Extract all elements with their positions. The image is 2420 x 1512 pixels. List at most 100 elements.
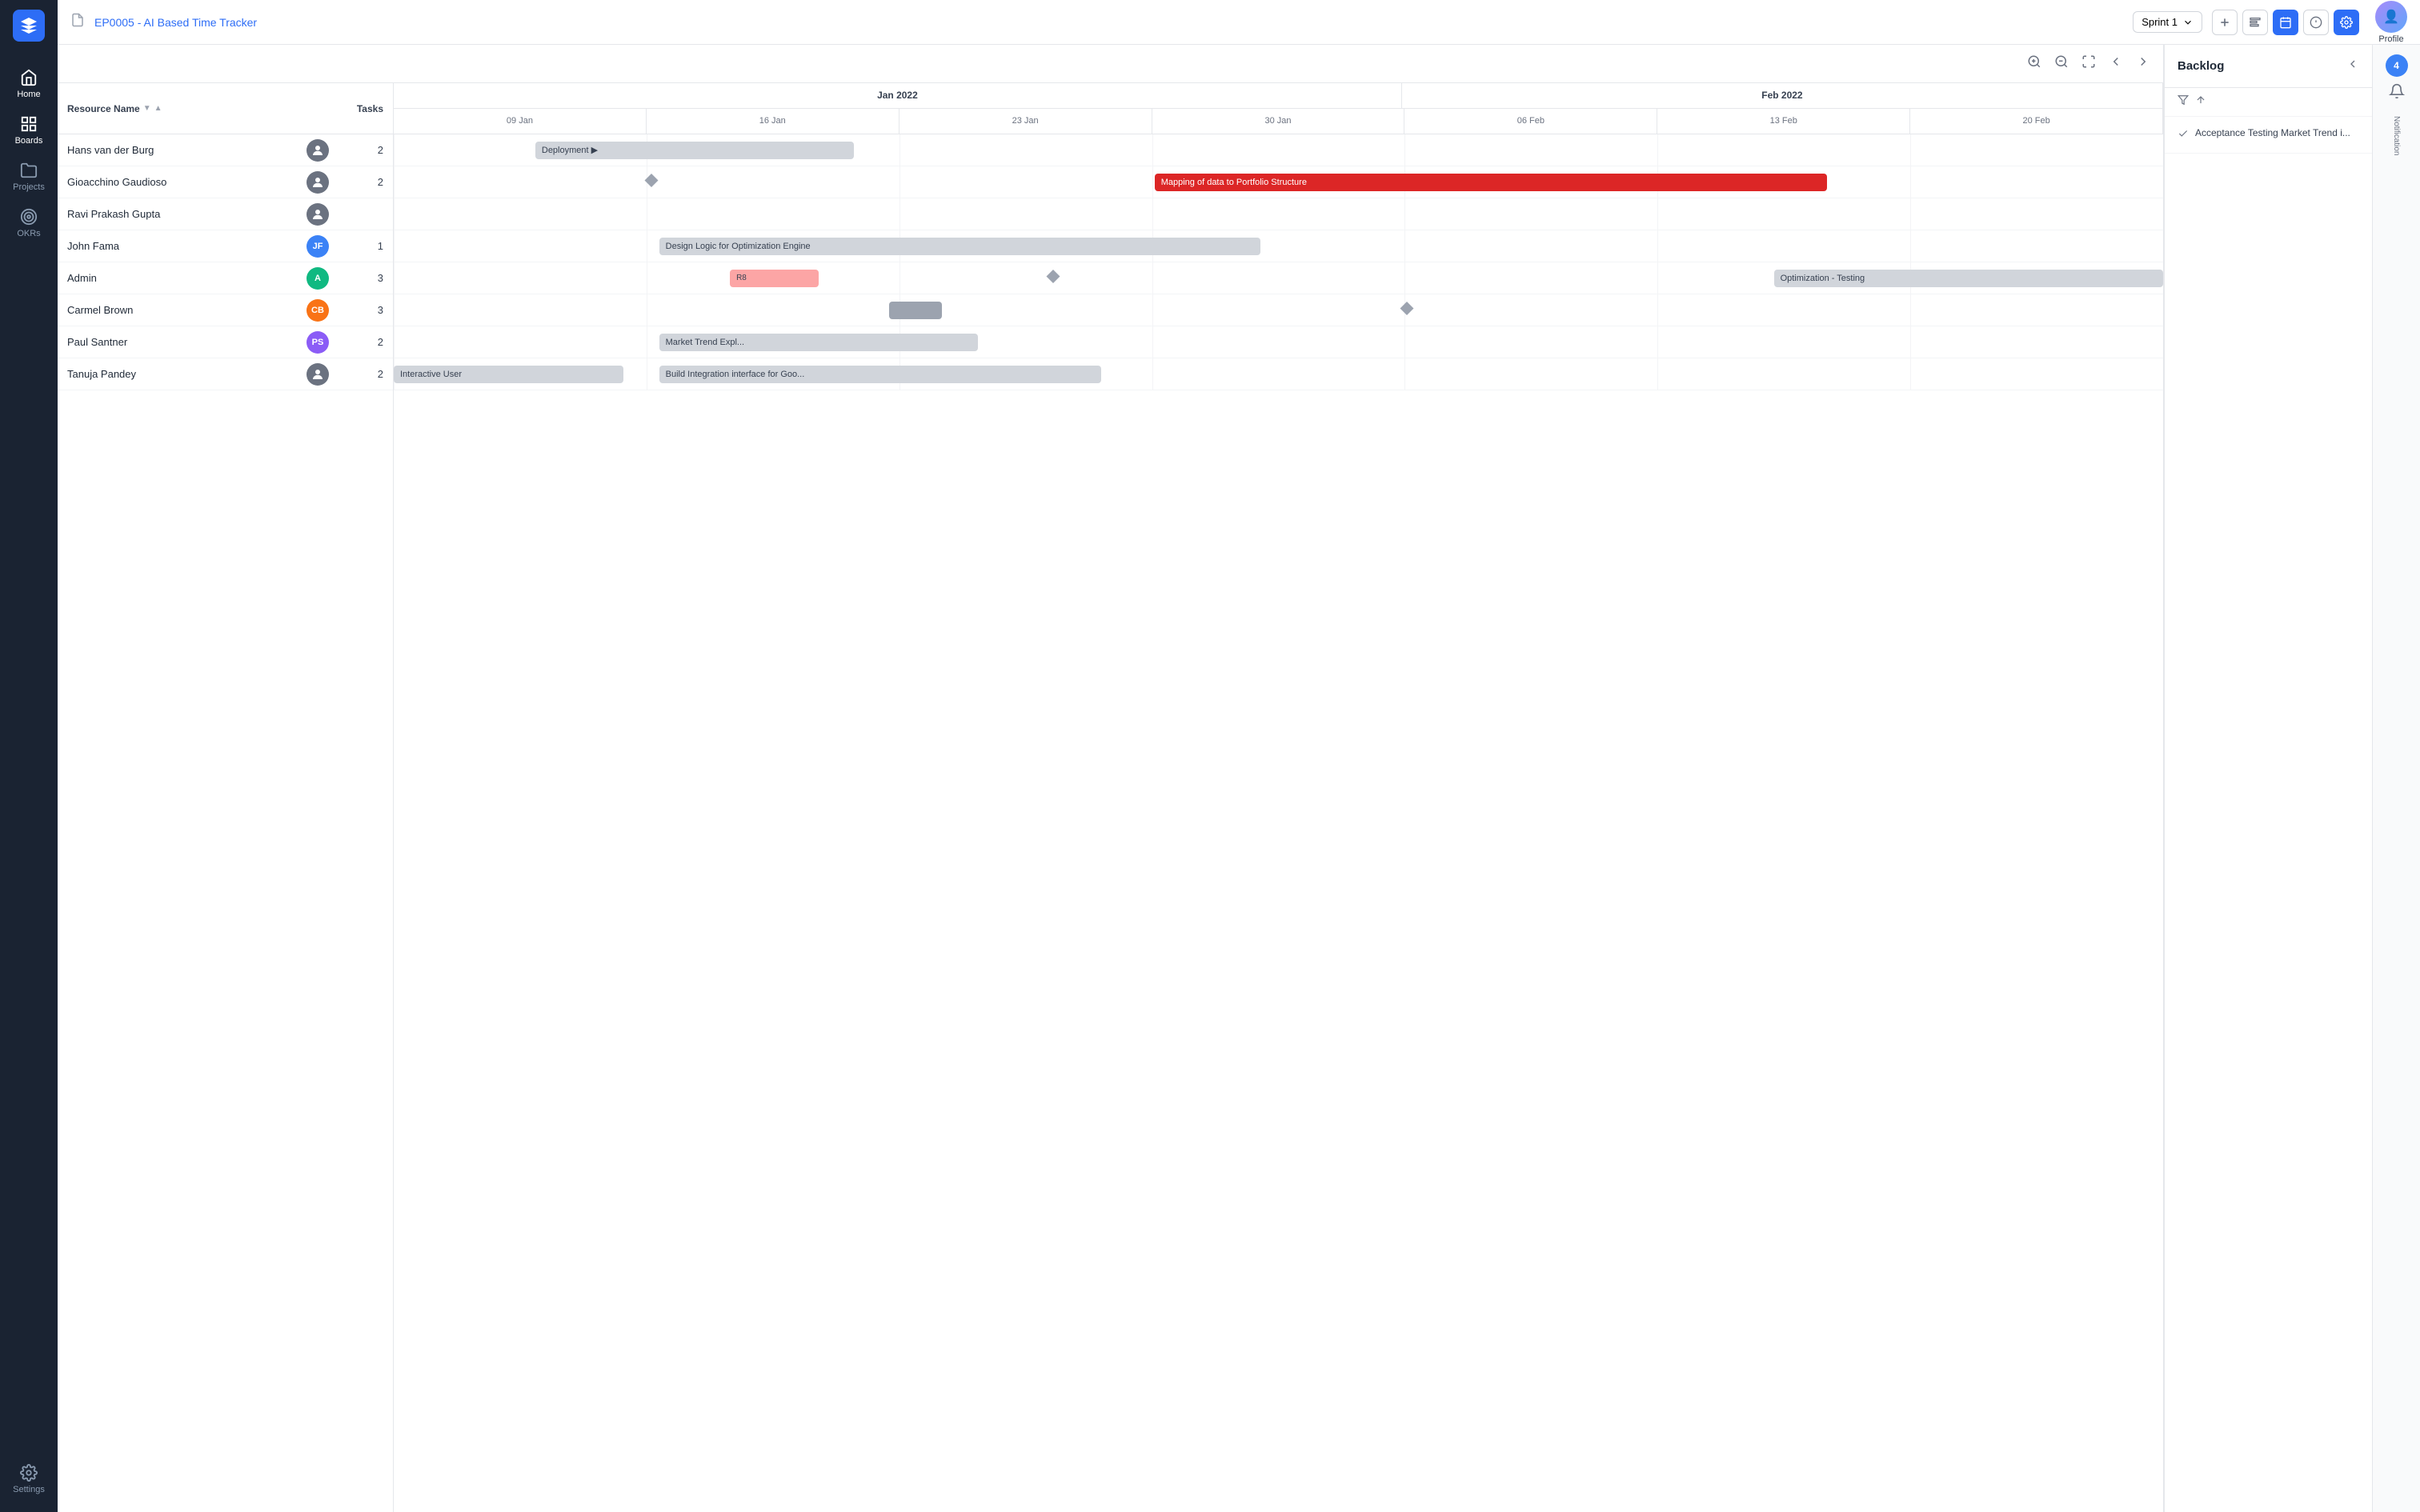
sidebar-item-label: Settings — [13, 1485, 45, 1494]
sidebar-item-okrs[interactable]: OKRs — [0, 200, 58, 246]
okrs-icon — [20, 208, 38, 226]
profile-label: Profile — [2378, 34, 2403, 44]
bar-build-integration[interactable]: Build Integration interface for Goo... — [659, 366, 1102, 383]
bar-interactive-user[interactable]: Interactive User — [394, 366, 623, 383]
gantt-left: Resource Name ▼ ▲ Tasks Hans van der Bur… — [58, 83, 394, 1512]
sidebar-item-label: Boards — [15, 136, 43, 146]
sidebar: Home Boards Projects OKRs Settings — [0, 0, 58, 1512]
backlog-item-text: Acceptance Testing Market Trend i... — [2195, 126, 2350, 140]
fit-button[interactable] — [2078, 51, 2099, 76]
zoom-out-button[interactable] — [2051, 51, 2072, 76]
bar-r8[interactable]: R8 — [730, 270, 819, 287]
gantt-right: Jan 2022 Feb 2022 09 Jan 16 Jan 23 Jan 3… — [394, 83, 2163, 1512]
gantt-header-resource: Resource Name ▼ ▲ Tasks — [58, 83, 393, 134]
avatar: CB — [307, 299, 329, 322]
table-row: Hans van der Burg 2 — [58, 134, 393, 166]
gantt-toolbar — [58, 45, 2163, 83]
diamond-gioacchino — [644, 174, 658, 187]
diamond-carmel — [1400, 302, 1414, 315]
week-30jan: 30 Jan — [1152, 109, 1405, 134]
gantt-view-button[interactable] — [2242, 10, 2268, 35]
gantt-row-john: Design Logic for Optimization Engine — [394, 230, 2163, 262]
avatar — [307, 139, 329, 162]
bar-optimization[interactable]: Optimization - Testing — [1774, 270, 2163, 287]
avatar: 👤 — [2375, 1, 2407, 33]
bar-design-logic[interactable]: Design Logic for Optimization Engine — [659, 238, 1261, 255]
settings-cog-button[interactable] — [2334, 10, 2359, 35]
gantt-row-tanuja: Interactive User Build Integration inter… — [394, 358, 2163, 390]
week-23jan: 23 Jan — [899, 109, 1152, 134]
bar-market-trend[interactable]: Market Trend Expl... — [659, 334, 978, 351]
boards-icon — [20, 115, 38, 133]
page-title: EP0005 - AI Based Time Tracker — [94, 16, 2123, 29]
notification-label: Notification — [2392, 116, 2401, 155]
col-tasks-label: Tasks — [335, 103, 383, 114]
sort-desc-icon[interactable]: ▲ — [154, 104, 162, 113]
backlog-close-button[interactable] — [2346, 58, 2359, 74]
check-icon — [2178, 128, 2189, 143]
bell-icon[interactable] — [2389, 83, 2405, 103]
zoom-in-button[interactable] — [2024, 51, 2045, 76]
bar-deployment[interactable]: Deployment ▶ — [535, 142, 854, 159]
info-button[interactable] — [2303, 10, 2329, 35]
sprint-label: Sprint 1 — [2142, 16, 2178, 28]
logo-icon — [19, 16, 38, 35]
backlog-title: Backlog — [2178, 59, 2224, 73]
settings-icon — [20, 1464, 38, 1482]
week-20feb: 20 Feb — [1910, 109, 2163, 134]
gantt-row-ravi — [394, 198, 2163, 230]
bar-mapping[interactable]: Mapping of data to Portfolio Structure — [1155, 174, 1827, 191]
sprint-selector[interactable]: Sprint 1 — [2133, 11, 2202, 33]
list-item[interactable]: Acceptance Testing Market Trend i... — [2165, 117, 2372, 154]
backlog-header: Backlog — [2165, 45, 2372, 88]
week-09jan: 09 Jan — [394, 109, 647, 134]
gantt-row-hans: Deployment ▶ — [394, 134, 2163, 166]
avatar: JF — [307, 235, 329, 258]
next-button[interactable] — [2133, 51, 2154, 76]
sidebar-item-label: OKRs — [17, 229, 40, 238]
avatar — [307, 171, 329, 194]
sidebar-item-boards[interactable]: Boards — [0, 107, 58, 154]
gantt-rows: Deployment ▶ Mapping of data to Portfoli… — [394, 134, 2163, 390]
notification-count: 4 — [2386, 54, 2408, 77]
month-jan: Jan 2022 — [394, 83, 1402, 108]
avatar — [307, 203, 329, 226]
sidebar-item-label: Projects — [13, 182, 45, 192]
diamond-admin — [1047, 270, 1060, 283]
table-row: Gioacchino Gaudioso 2 — [58, 166, 393, 198]
avatar — [307, 363, 329, 386]
sort-asc-icon[interactable]: ▼ — [143, 104, 151, 113]
sidebar-item-projects[interactable]: Projects — [0, 154, 58, 200]
prev-button[interactable] — [2105, 51, 2126, 76]
gantt-row-gioacchino: Mapping of data to Portfolio Structure — [394, 166, 2163, 198]
table-row: John Fama JF 1 — [58, 230, 393, 262]
filter-icon[interactable] — [2178, 94, 2189, 110]
projects-icon — [20, 162, 38, 179]
gantt-container: Resource Name ▼ ▲ Tasks Hans van der Bur… — [58, 83, 2163, 1512]
week-13feb: 13 Feb — [1657, 109, 1910, 134]
week-06feb: 06 Feb — [1404, 109, 1657, 134]
bar-carmel[interactable] — [889, 302, 942, 319]
backlog-toolbar — [2165, 88, 2372, 117]
app-logo[interactable] — [13, 10, 45, 42]
topbar: EP0005 - AI Based Time Tracker Sprint 1 — [58, 0, 2420, 45]
add-button[interactable] — [2212, 10, 2238, 35]
calendar-view-button[interactable] — [2273, 10, 2298, 35]
home-icon — [20, 69, 38, 86]
week-16jan: 16 Jan — [647, 109, 899, 134]
backlog-panel: Backlog — [2164, 45, 2372, 1512]
main-content: Resource Name ▼ ▲ Tasks Hans van der Bur… — [58, 45, 2420, 1512]
table-row: Admin A 3 — [58, 262, 393, 294]
gantt-row-carmel — [394, 294, 2163, 326]
sort-up-icon[interactable] — [2195, 94, 2206, 110]
gantt-row-admin: R8 Optimization - Testing — [394, 262, 2163, 294]
gantt-header-timeline: Jan 2022 Feb 2022 09 Jan 16 Jan 23 Jan 3… — [394, 83, 2163, 134]
notifications-panel: 4 Notification — [2372, 45, 2420, 1512]
table-row: Tanuja Pandey 2 — [58, 358, 393, 390]
avatar: PS — [307, 331, 329, 354]
topbar-actions — [2212, 10, 2359, 35]
sidebar-item-home[interactable]: Home — [0, 61, 58, 107]
profile-area[interactable]: 👤 Profile — [2375, 1, 2407, 44]
sidebar-item-settings[interactable]: Settings — [0, 1456, 58, 1502]
month-feb: Feb 2022 — [1402, 83, 2163, 108]
